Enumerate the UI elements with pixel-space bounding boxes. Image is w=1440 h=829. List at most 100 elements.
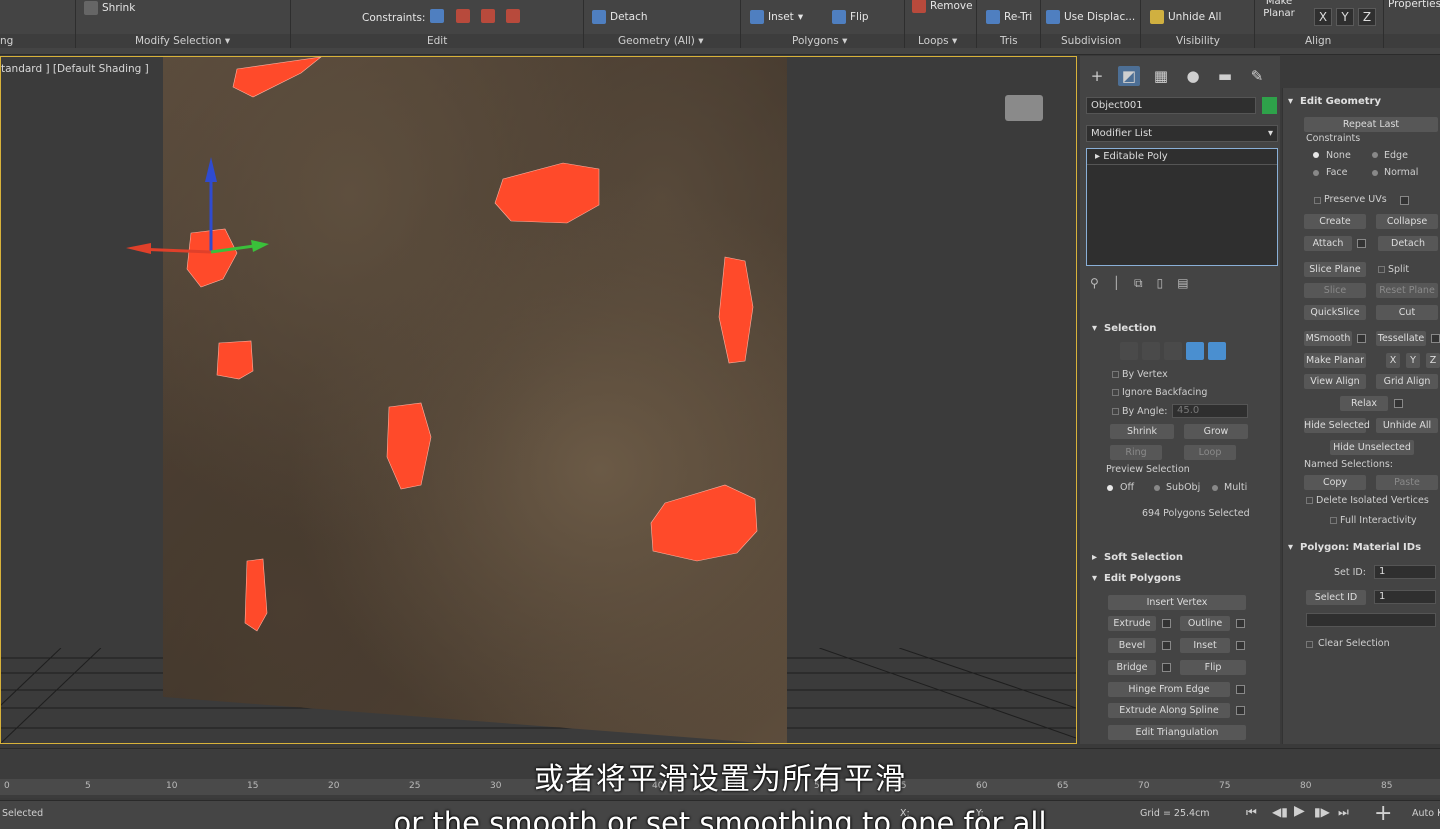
relax-settings-button[interactable] <box>1394 399 1403 408</box>
utilities-tab-icon[interactable]: ✎ <box>1246 66 1268 86</box>
by-angle-checkbox[interactable] <box>1112 408 1119 415</box>
make-planar-button[interactable]: Make Planar <box>1262 0 1296 19</box>
create-tab-icon[interactable]: + <box>1086 66 1108 86</box>
move-gizmo[interactable] <box>121 152 271 272</box>
extrude-spline-settings-button[interactable] <box>1236 706 1245 715</box>
select-id-spinner[interactable]: 1 <box>1374 590 1436 604</box>
constraint-edge-radio[interactable] <box>1372 152 1378 158</box>
cut-button[interactable]: Cut <box>1376 305 1438 320</box>
extrude-settings-button[interactable] <box>1162 619 1171 628</box>
constraint-edge-icon[interactable] <box>456 9 470 23</box>
msmooth-settings-button[interactable] <box>1357 334 1366 343</box>
hinge-settings-button[interactable] <box>1236 685 1245 694</box>
group-label-polygons[interactable]: Polygons ▾ <box>792 34 847 48</box>
flip-normals-button[interactable]: Flip <box>1180 660 1246 675</box>
bevel-settings-button[interactable] <box>1162 641 1171 650</box>
group-label-loops[interactable]: Loops ▾ <box>918 34 957 48</box>
collapse-button[interactable]: Collapse <box>1376 214 1438 229</box>
preview-off-radio[interactable] <box>1107 485 1113 491</box>
preview-subobj-radio[interactable] <box>1154 485 1160 491</box>
constraint-normal-radio[interactable] <box>1372 170 1378 176</box>
polygon-level-icon[interactable] <box>1186 342 1204 360</box>
stack-item-editable-poly[interactable]: ▸ Editable Poly <box>1087 149 1277 165</box>
planar-y-button[interactable]: Y <box>1406 353 1420 368</box>
unhide-all-button[interactable]: Unhide All <box>1150 9 1221 25</box>
detach-button[interactable]: Detach <box>592 9 648 25</box>
make-planar-panel-button[interactable]: Make Planar <box>1304 353 1366 368</box>
inset-polygon-button[interactable]: Inset <box>1180 638 1230 653</box>
slice-button[interactable]: Slice <box>1304 283 1366 298</box>
align-x-button[interactable]: X <box>1314 8 1332 26</box>
grow-selection-button[interactable]: Grow <box>1184 424 1248 439</box>
loop-button[interactable]: Loop <box>1184 445 1236 460</box>
detach-button-panel[interactable]: Detach <box>1378 236 1438 251</box>
group-label-geometry[interactable]: Geometry (All) ▾ <box>618 34 704 48</box>
edit-triangulation-button[interactable]: Edit Triangulation <box>1108 725 1246 740</box>
preserve-uvs-settings-button[interactable] <box>1400 196 1409 205</box>
view-align-button[interactable]: View Align <box>1304 374 1366 389</box>
inset-settings-button[interactable] <box>1236 641 1245 650</box>
viewcube-icon[interactable] <box>1005 95 1043 121</box>
tessellate-settings-button[interactable] <box>1431 334 1440 343</box>
shrink-selection-button[interactable]: Shrink <box>1110 424 1174 439</box>
inset-button[interactable]: Inset ▾ <box>750 9 803 25</box>
unhide-all-panel-button[interactable]: Unhide All <box>1376 418 1438 433</box>
object-name-field[interactable]: Object001 <box>1086 97 1256 114</box>
bridge-button[interactable]: Bridge <box>1108 660 1156 675</box>
preserve-uvs-checkbox[interactable] <box>1314 197 1321 204</box>
edit-geometry-rollout-header[interactable]: Edit Geometry <box>1286 94 1436 109</box>
attach-button[interactable]: Attach <box>1304 236 1352 251</box>
repeat-last-button[interactable]: Repeat Last <box>1304 117 1438 132</box>
vertex-level-icon[interactable] <box>1120 342 1138 360</box>
angle-spinner[interactable]: 45.0 <box>1172 404 1248 418</box>
msmooth-button[interactable]: MSmooth <box>1304 331 1352 346</box>
group-label-modify-selection[interactable]: Modify Selection ▾ <box>135 34 230 48</box>
hierarchy-tab-icon[interactable]: ▦ <box>1150 66 1172 86</box>
remove-modifier-icon[interactable]: ▯ <box>1157 276 1164 291</box>
hide-unselected-button[interactable]: Hide Unselected <box>1330 440 1414 455</box>
ring-button[interactable]: Ring <box>1110 445 1162 460</box>
selection-rollout-header[interactable]: Selection <box>1090 321 1270 336</box>
border-level-icon[interactable] <box>1164 342 1182 360</box>
outline-button[interactable]: Outline <box>1180 616 1230 631</box>
modify-tab-icon[interactable]: ◩ <box>1118 66 1140 86</box>
edge-level-icon[interactable] <box>1142 342 1160 360</box>
material-ids-rollout-header[interactable]: Polygon: Material IDs <box>1286 540 1436 555</box>
clear-selection-checkbox[interactable] <box>1306 641 1313 648</box>
make-unique-icon[interactable]: ⧉ <box>1134 276 1143 291</box>
display-tab-icon[interactable]: ▬ <box>1214 66 1236 86</box>
extrude-button[interactable]: Extrude <box>1108 616 1156 631</box>
tessellate-button[interactable]: Tessellate <box>1376 331 1426 346</box>
constraint-none-radio[interactable] <box>1313 152 1319 158</box>
extrude-along-spline-button[interactable]: Extrude Along Spline <box>1108 703 1230 718</box>
modifier-list-dropdown[interactable]: Modifier List ▾ <box>1086 125 1278 142</box>
material-name-dropdown[interactable] <box>1306 613 1436 627</box>
select-id-button[interactable]: Select ID <box>1306 590 1366 605</box>
planar-x-button[interactable]: X <box>1386 353 1400 368</box>
reset-plane-button[interactable]: Reset Plane <box>1376 283 1438 298</box>
retri-button[interactable]: Re-Tri <box>986 9 1032 25</box>
outline-settings-button[interactable] <box>1236 619 1245 628</box>
set-id-spinner[interactable]: 1 <box>1374 565 1436 579</box>
motion-tab-icon[interactable]: ● <box>1182 66 1204 86</box>
ignore-backfacing-checkbox[interactable] <box>1112 389 1119 396</box>
flip-button[interactable]: Flip <box>832 9 869 25</box>
bevel-button[interactable]: Bevel <box>1108 638 1156 653</box>
bridge-settings-button[interactable] <box>1162 663 1171 672</box>
paste-button[interactable]: Paste <box>1376 475 1438 490</box>
configure-sets-icon[interactable]: ▤ <box>1177 276 1188 291</box>
full-interactivity-checkbox[interactable] <box>1330 517 1337 524</box>
constraint-face-icon[interactable] <box>481 9 495 23</box>
properties-button[interactable]: Properties <box>1388 0 1440 12</box>
preview-multi-radio[interactable] <box>1212 485 1218 491</box>
create-button[interactable]: Create <box>1304 214 1366 229</box>
hinge-from-edge-button[interactable]: Hinge From Edge <box>1108 682 1230 697</box>
split-checkbox[interactable] <box>1378 266 1385 273</box>
hide-selected-button[interactable]: Hide Selected <box>1304 418 1370 433</box>
insert-vertex-button[interactable]: Insert Vertex <box>1108 595 1246 610</box>
soft-selection-rollout-header[interactable]: Soft Selection <box>1090 550 1270 565</box>
copy-button[interactable]: Copy <box>1304 475 1366 490</box>
constraint-face-radio[interactable] <box>1313 170 1319 176</box>
delete-isolated-checkbox[interactable] <box>1306 497 1313 504</box>
relax-button[interactable]: Relax <box>1340 396 1388 411</box>
